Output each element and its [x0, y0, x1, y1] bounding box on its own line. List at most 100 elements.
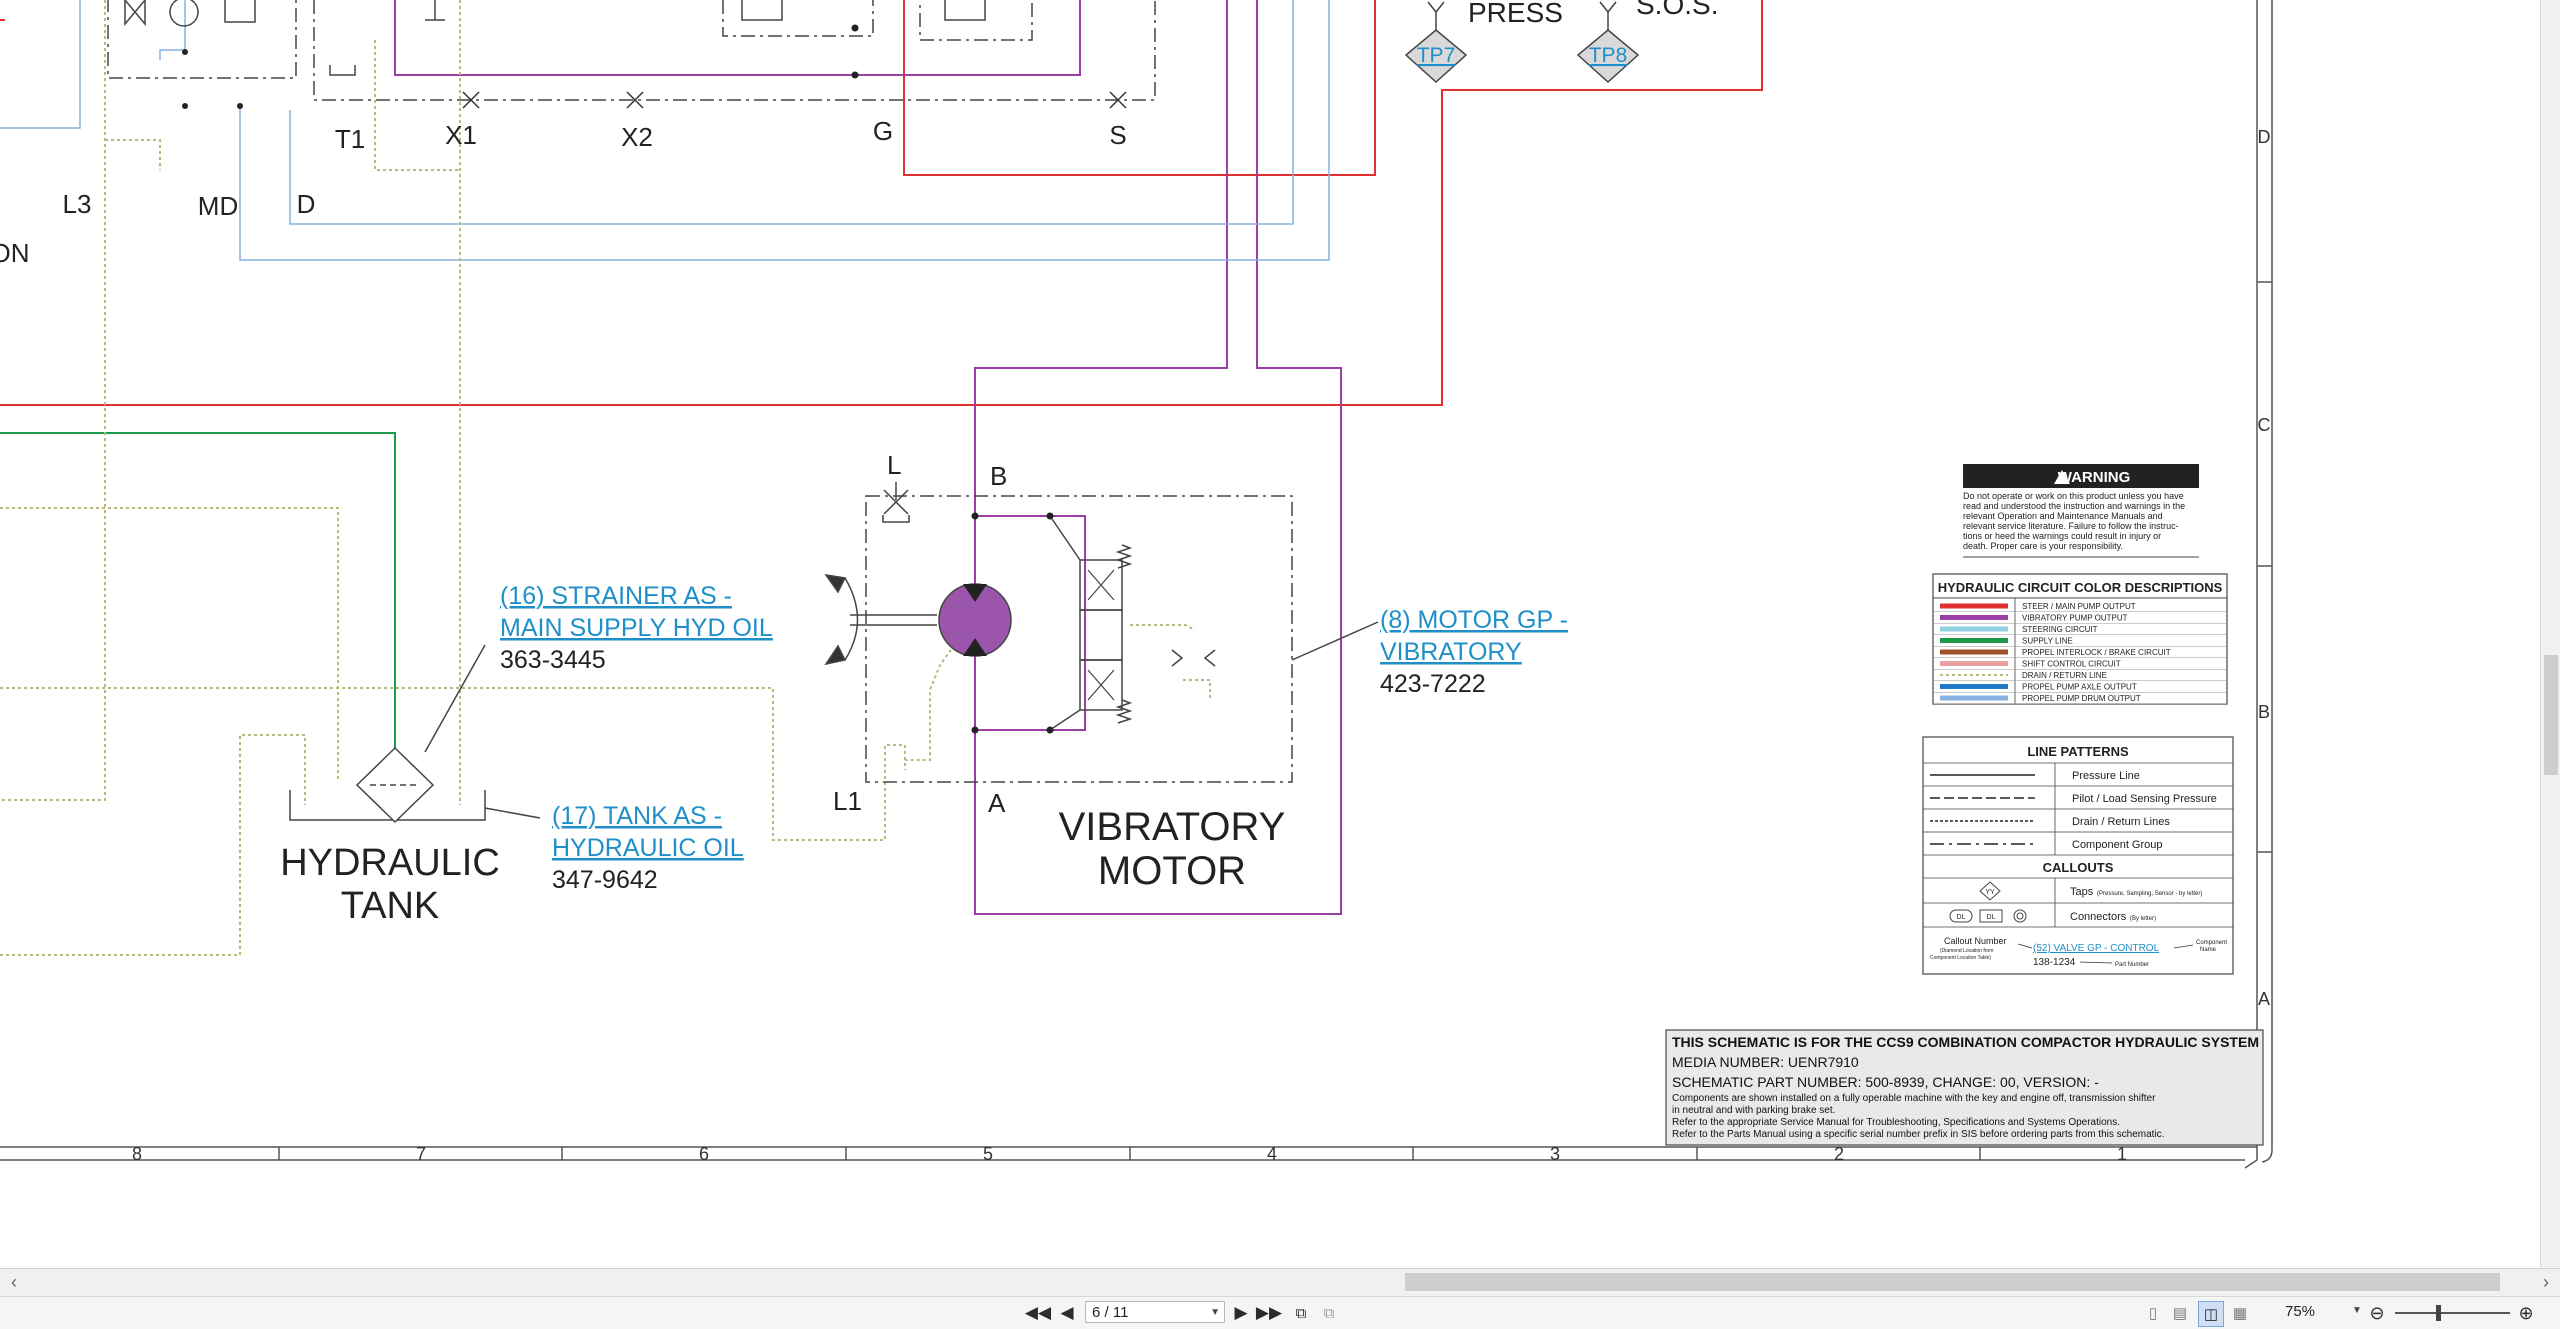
tank-link-line2[interactable]: HYDRAULIC OIL: [552, 834, 744, 862]
motor-title-line1: VIBRATORY: [1059, 805, 1286, 849]
tp8-link[interactable]: TP8: [1589, 44, 1628, 67]
supply-line: [0, 432, 396, 750]
legend-label: SUPPLY LINE: [2022, 637, 2073, 646]
port-label-d: D: [297, 189, 316, 219]
tp7-link[interactable]: TP7: [1417, 44, 1456, 67]
pattern-drain-line: Drain / Return Lines: [2072, 816, 2170, 828]
first-page-icon[interactable]: ◀◀: [1025, 1301, 1051, 1325]
legend-label: SHIFT CONTROL CIRCUIT: [2022, 660, 2121, 669]
horizontal-scroll-thumb[interactable]: [1405, 1273, 2500, 1291]
warning-title: WARNING: [2058, 469, 2131, 486]
line-patterns-legend: LINE PATTERNS Pressure Line Pilot / Load…: [1922, 736, 2234, 975]
callout-number-note2: Component Location Table): [1930, 955, 1991, 961]
continuous-facing-view-icon[interactable]: ▦: [2230, 1301, 2250, 1325]
tank-part-number: 347-9642: [552, 866, 658, 894]
zone-col-1: 1: [2117, 1144, 2127, 1164]
upper-junction-dots: [182, 24, 859, 109]
copy-page-icon[interactable]: ⧉: [1290, 1301, 1312, 1325]
zoom-dropdown-icon[interactable]: ▼: [2352, 1305, 2362, 1316]
zoom-out-icon[interactable]: ⊖: [2366, 1301, 2388, 1325]
port-label-x1: X1: [445, 120, 477, 150]
legend-label: PROPEL PUMP AXLE OUTPUT: [2022, 683, 2137, 692]
single-page-view-icon[interactable]: ▯: [2143, 1301, 2163, 1325]
scroll-left-icon[interactable]: ‹: [2, 1271, 26, 1293]
previous-page-icon[interactable]: ◀: [1058, 1301, 1076, 1325]
legend-label: STEER / MAIN PUMP OUTPUT: [2022, 602, 2136, 611]
pattern-pressure-line: Pressure Line: [2072, 770, 2140, 782]
legend-label: PROPEL INTERLOCK / BRAKE CIRCUIT: [2022, 648, 2171, 657]
zoom-slider-handle[interactable]: [2436, 1305, 2441, 1321]
title-block-line-4: Components are shown installed on a full…: [1672, 1093, 2156, 1104]
callout-sample-part: 138-1234: [2033, 957, 2076, 968]
page-number-value: 6 / 11: [1092, 1304, 1129, 1321]
test-point-tp7[interactable]: TP7: [1404, 1, 1468, 84]
hydraulic-motor-symbol: [938, 583, 1012, 657]
motor-link-line2[interactable]: VIBRATORY: [1380, 638, 1522, 666]
paste-page-icon[interactable]: ⧉: [1318, 1301, 1340, 1325]
last-page-icon[interactable]: ▶▶: [1256, 1301, 1282, 1325]
port-label-a: A: [988, 788, 1006, 818]
title-block: THIS SCHEMATIC IS FOR THE CCS9 COMBINATI…: [1665, 1029, 2264, 1146]
tank-title-line2: TANK: [341, 885, 440, 927]
tank-link-line1[interactable]: (17) TANK AS -: [552, 802, 722, 830]
title-block-line-7: Refer to the Parts Manual using a specif…: [1672, 1129, 2164, 1140]
zone-col-4: 4: [1267, 1144, 1277, 1164]
vibratory-motor-group: [824, 482, 1379, 783]
zone-col-7: 7: [416, 1144, 426, 1164]
horizontal-scrollbar[interactable]: ‹ ›: [0, 1268, 2560, 1297]
propel-pump-lines: [0, 0, 1330, 261]
warning-line-4: relevant service literature. Failure to …: [1963, 521, 2179, 531]
page-number-input[interactable]: 6 / 11 ▼: [1085, 1301, 1225, 1323]
warning-line-3: relevant Operation and Maintenance Manua…: [1963, 511, 2163, 521]
facing-view-icon[interactable]: ◫: [2198, 1301, 2224, 1327]
hydraulic-schematic: D C B A 8 7 6 5 4 3 2 1 T1 X1 X2 G S L3 …: [0, 0, 2273, 1169]
title-block-line-5: in neutral and with parking brake set.: [1672, 1105, 1835, 1116]
motor-link-line1[interactable]: (8) MOTOR GP -: [1380, 606, 1568, 634]
title-block-line-2: MEDIA NUMBER: UENR7910: [1672, 1054, 1859, 1070]
upper-valve-symbols: [124, 0, 986, 76]
zoom-in-icon[interactable]: ⊕: [2515, 1301, 2537, 1325]
zone-col-3: 3: [1550, 1144, 1560, 1164]
vertical-scrollbar[interactable]: [2540, 0, 2560, 1268]
callout-number-label: Callout Number: [1944, 936, 2007, 946]
strainer-link-line1[interactable]: (16) STRAINER AS -: [500, 582, 732, 610]
port-label-t1: T1: [335, 124, 365, 154]
zone-col-8: 8: [132, 1144, 142, 1164]
viewer-toolbar: ◀◀ ◀ 6 / 11 ▼ ▶ ▶▶ ⧉ ⧉ ▯ ▤ ◫ ▦ 75% ▼ ⊖ ⊕: [0, 1296, 2560, 1329]
conn-sample-1: DL: [1957, 914, 1966, 921]
component-name-label-2: Name: [2200, 947, 2217, 953]
callouts-title: CALLOUTS: [2043, 860, 2114, 875]
port-label-b: B: [990, 461, 1007, 491]
vertical-scroll-thumb[interactable]: [2544, 655, 2558, 775]
legend-label: STEERING CIRCUIT: [2022, 625, 2098, 634]
zone-row-c: C: [2258, 415, 2271, 435]
page-dropdown-icon[interactable]: ▼: [1210, 1302, 1220, 1324]
title-block-line-1: THIS SCHEMATIC IS FOR THE CCS9 COMBINATI…: [1672, 1034, 2259, 1050]
pattern-component-group: Component Group: [2072, 839, 2163, 851]
scroll-right-icon[interactable]: ›: [2534, 1271, 2558, 1293]
zone-col-6: 6: [699, 1144, 709, 1164]
strainer-link-line2[interactable]: MAIN SUPPLY HYD OIL: [500, 614, 773, 642]
taps-note: (Pressure, Sampling, Sensor - by letter): [2097, 891, 2202, 897]
zone-row-a: A: [2258, 989, 2270, 1009]
port-label-s: S: [1109, 120, 1126, 150]
steer-main-pump-lines: [0, 0, 1763, 406]
next-page-icon[interactable]: ▶: [1232, 1301, 1250, 1325]
press-label: PRESS: [1468, 0, 1563, 28]
vibratory-pump-lines: [394, 0, 1342, 915]
connectors-label: Connectors: [2070, 911, 2127, 923]
port-label-g: G: [873, 116, 893, 146]
port-label-l1: L1: [833, 786, 862, 816]
zoom-slider[interactable]: [2395, 1312, 2510, 1314]
continuous-view-icon[interactable]: ▤: [2170, 1301, 2190, 1325]
legend-label: DRAIN / RETURN LINE: [2022, 671, 2107, 680]
port-label-x2: X2: [621, 122, 653, 152]
sos-label: S.O.S.: [1636, 0, 1718, 20]
zoom-level[interactable]: 75%: [2285, 1303, 2315, 1320]
tank-title-line1: HYDRAULIC: [280, 842, 500, 884]
color-legend-title: HYDRAULIC CIRCUIT COLOR DESCRIPTIONS: [1938, 580, 2223, 595]
warning-line-2: read and understood the instruction and …: [1963, 501, 2185, 511]
port-label-l: L: [887, 450, 901, 480]
test-point-tp8[interactable]: TP8: [1576, 1, 1640, 84]
connectors-note: (By letter): [2130, 916, 2156, 922]
